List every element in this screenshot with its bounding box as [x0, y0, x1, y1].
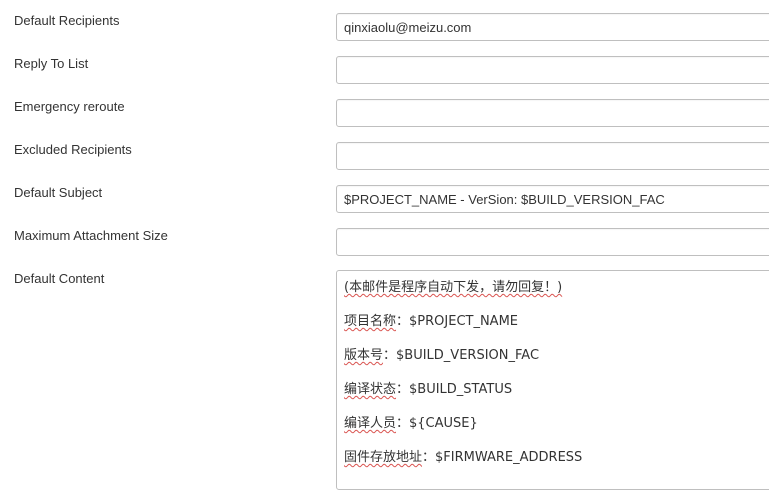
max-attachment-size-input[interactable]	[336, 228, 769, 256]
content-line-marked: 编译人员	[344, 416, 397, 431]
default-content-label: Default Content	[14, 271, 105, 286]
default-subject-label: Default Subject	[14, 185, 103, 200]
emergency-reroute-input[interactable]	[336, 99, 769, 127]
content-line-marked: 编译状态	[344, 382, 397, 397]
content-line-rest: ：$FIRMWARE_ADDRESS	[422, 450, 583, 465]
content-line-rest: ：$PROJECT_NAME	[396, 314, 519, 329]
excluded-recipients-label: Excluded Recipients	[14, 142, 132, 157]
default-content-textarea[interactable]: (本邮件是程序自动下发，请勿回复！) 项目名称：$PROJECT_NAME 版本…	[336, 270, 769, 490]
default-subject-input[interactable]	[336, 185, 769, 213]
default-recipients-input[interactable]	[336, 13, 769, 41]
emergency-reroute-label: Emergency reroute	[14, 99, 125, 114]
content-line: 编译状态：$BUILD_STATUS	[344, 381, 769, 415]
content-line: (本邮件是程序自动下发，请勿回复！)	[344, 279, 769, 313]
reply-to-list-label: Reply To List	[14, 56, 89, 71]
content-line: 编译人员：${CAUSE}	[344, 415, 769, 449]
content-line-marked: 固件存放地址	[344, 450, 423, 465]
content-line-rest: ：$BUILD_STATUS	[396, 382, 513, 397]
content-line: 版本号：$BUILD_VERSION_FAC	[344, 347, 769, 381]
content-line-marked: (本邮件是程序自动下发，请勿回复！)	[344, 280, 563, 295]
content-line-marked: 项目名称	[344, 314, 397, 329]
content-line-marked: 版本号	[344, 348, 384, 363]
content-line: 项目名称：$PROJECT_NAME	[344, 313, 769, 347]
content-line-rest: ：${CAUSE}	[396, 416, 478, 431]
excluded-recipients-input[interactable]	[336, 142, 769, 170]
max-attachment-size-label: Maximum Attachment Size	[14, 228, 168, 243]
reply-to-list-input[interactable]	[336, 56, 769, 84]
content-line-rest: ：$BUILD_VERSION_FAC	[383, 348, 540, 363]
content-line: 固件存放地址：$FIRMWARE_ADDRESS	[344, 449, 769, 483]
default-recipients-label: Default Recipients	[14, 13, 120, 28]
